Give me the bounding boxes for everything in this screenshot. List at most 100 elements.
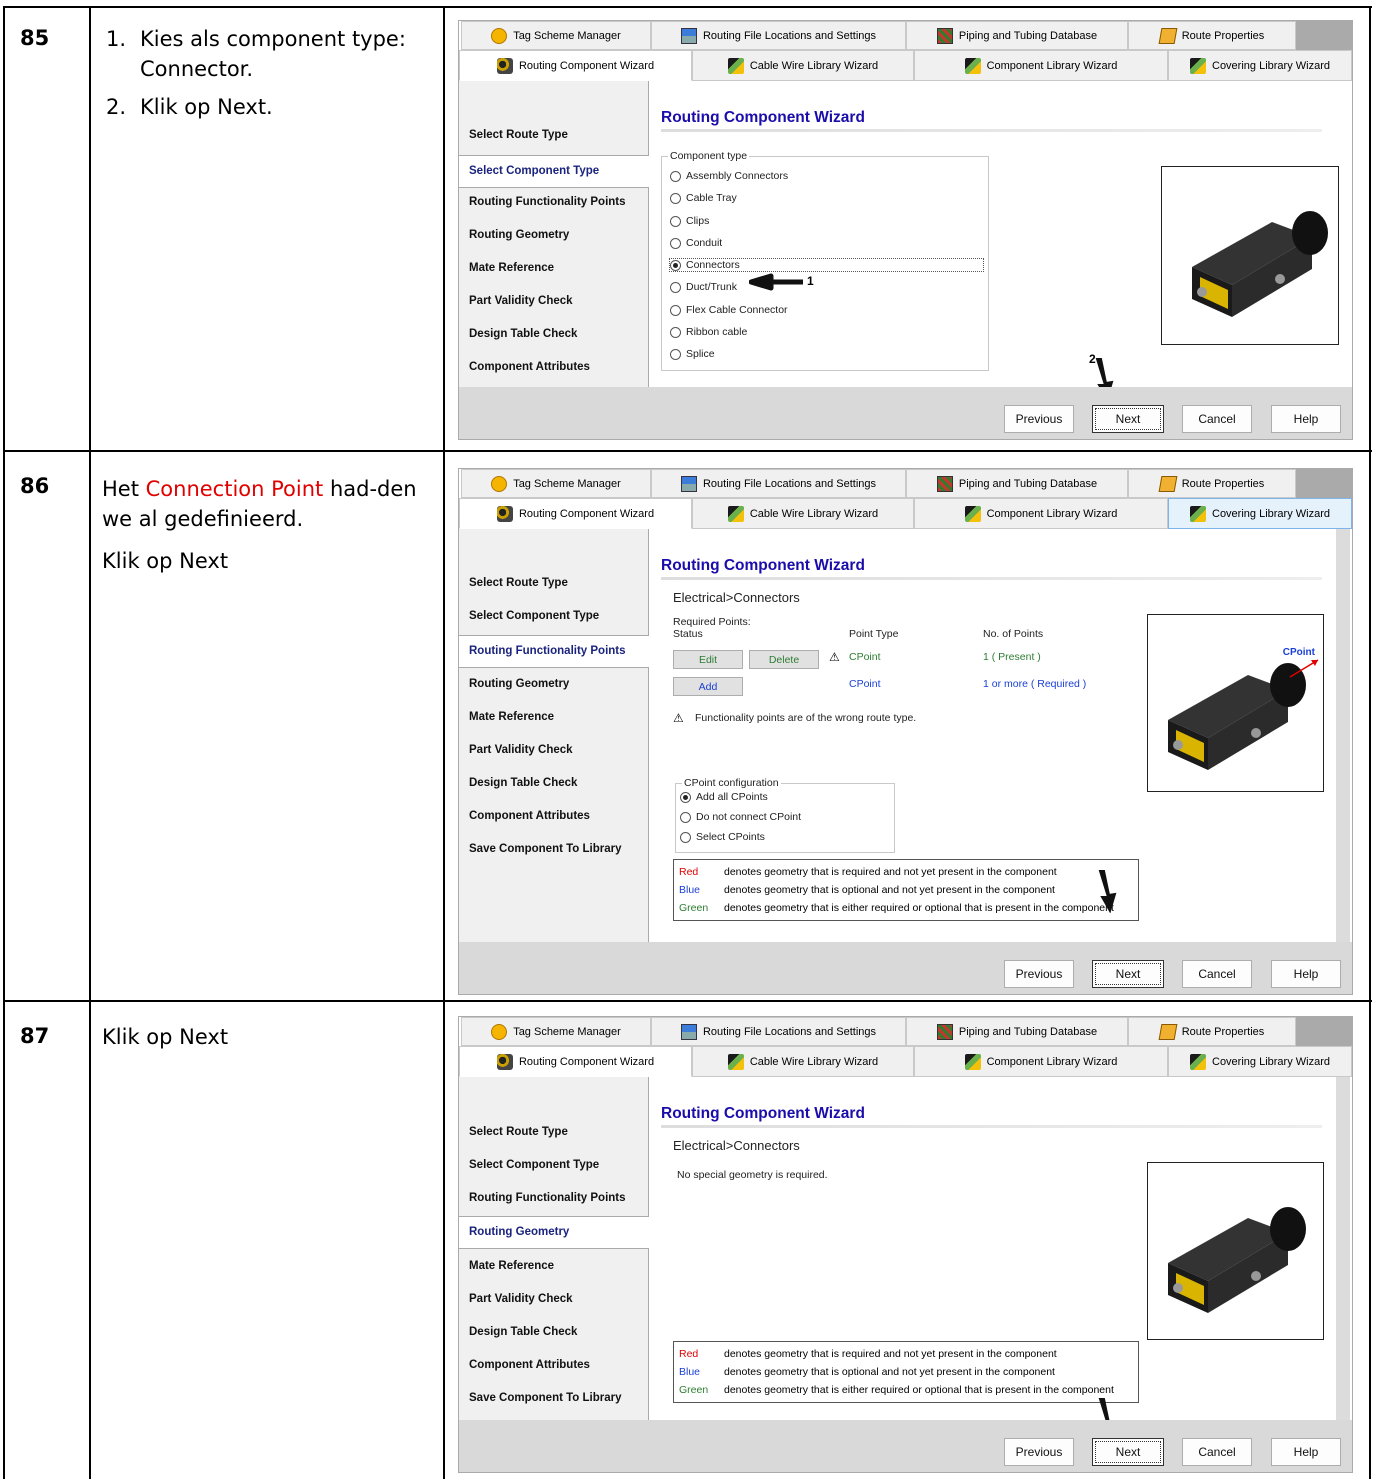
tab-routing-file-locations[interactable]: Routing File Locations and Settings xyxy=(651,1017,906,1046)
nav-design-table-check[interactable]: Design Table Check xyxy=(469,1326,577,1338)
radio-cable-tray[interactable]: Cable Tray xyxy=(670,192,737,204)
tab-piping-tubing-database[interactable]: Piping and Tubing Database xyxy=(906,469,1128,498)
nav-mate-reference[interactable]: Mate Reference xyxy=(469,262,554,274)
nav-routing-functionality-points[interactable]: Routing Functionality Points xyxy=(459,635,649,668)
nav-save-component-to-library[interactable]: Save Component To Library xyxy=(469,1392,622,1404)
vertical-scrollbar[interactable] xyxy=(1336,1077,1350,1420)
component-type-group: Component type Assembly Connectors Cable… xyxy=(661,150,989,371)
add-button[interactable]: Add xyxy=(673,677,743,696)
radio-circle-selected xyxy=(680,791,691,803)
file-settings-icon xyxy=(680,27,697,44)
radio-ribbon-cable[interactable]: Ribbon cable xyxy=(670,326,747,338)
tab-routing-component-wizard[interactable]: Routing Component Wizard xyxy=(459,1046,692,1077)
nav-component-attributes[interactable]: Component Attributes xyxy=(469,361,590,373)
nav-mate-reference[interactable]: Mate Reference xyxy=(469,711,554,723)
nav-select-component-type[interactable]: Select Component Type xyxy=(469,610,599,622)
nav-routing-geometry[interactable]: Routing Geometry xyxy=(469,678,569,690)
component-preview xyxy=(1161,166,1339,345)
tab-covering-library-wizard[interactable]: Covering Library Wizard xyxy=(1168,50,1352,81)
radio-connectors[interactable]: Connectors xyxy=(669,258,984,272)
radio-do-not-connect-cpoint[interactable]: Do not connect CPoint xyxy=(680,811,801,823)
nav-select-route-type[interactable]: Select Route Type xyxy=(469,577,568,589)
delete-button[interactable]: Delete xyxy=(749,650,819,669)
tab-cable-wire-library-wizard[interactable]: Cable Wire Library Wizard xyxy=(692,1046,914,1077)
database-icon xyxy=(936,1023,953,1040)
tab-tag-scheme-manager[interactable]: Tag Scheme Manager xyxy=(461,21,651,50)
wizard-icon xyxy=(496,1053,513,1070)
nav-part-validity-check[interactable]: Part Validity Check xyxy=(469,295,573,307)
help-button[interactable]: Help xyxy=(1271,405,1341,433)
radio-add-all-cpoints[interactable]: Add all CPoints xyxy=(680,791,768,803)
radio-circle xyxy=(680,831,691,843)
tab-piping-tubing-database[interactable]: Piping and Tubing Database xyxy=(906,1017,1128,1046)
nav-routing-functionality-points[interactable]: Routing Functionality Points xyxy=(469,196,626,208)
help-button[interactable]: Help xyxy=(1271,960,1341,988)
nav-select-route-type[interactable]: Select Route Type xyxy=(469,129,568,141)
next-button[interactable]: Next xyxy=(1092,960,1164,988)
nav-component-attributes[interactable]: Component Attributes xyxy=(469,1359,590,1371)
previous-button[interactable]: Previous xyxy=(1004,405,1074,433)
tab-routing-component-wizard[interactable]: Routing Component Wizard xyxy=(459,50,692,81)
tab-tag-scheme-manager[interactable]: Tag Scheme Manager xyxy=(461,1017,651,1046)
tab-route-properties[interactable]: Route Properties xyxy=(1128,21,1296,50)
help-button[interactable]: Help xyxy=(1271,1438,1341,1466)
tab-tag-scheme-manager[interactable]: Tag Scheme Manager xyxy=(461,469,651,498)
next-button[interactable]: Next xyxy=(1092,405,1164,433)
table-border-right xyxy=(1369,6,1371,1479)
tab-routing-file-locations[interactable]: Routing File Locations and Settings xyxy=(651,21,906,50)
line-number: 2. xyxy=(106,95,127,119)
tab-routing-component-wizard[interactable]: Routing Component Wizard xyxy=(459,498,692,529)
nav-routing-geometry[interactable]: Routing Geometry xyxy=(469,229,569,241)
radio-assembly-connectors[interactable]: Assembly Connectors xyxy=(670,170,788,182)
edit-button[interactable]: Edit xyxy=(673,650,743,669)
tab-route-properties[interactable]: Route Properties xyxy=(1128,469,1296,498)
tab-covering-library-wizard[interactable]: Covering Library Wizard xyxy=(1168,498,1352,529)
radio-duct-trunk[interactable]: Duct/Trunk xyxy=(670,281,737,293)
nav-select-route-type[interactable]: Select Route Type xyxy=(469,1126,568,1138)
nav-part-validity-check[interactable]: Part Validity Check xyxy=(469,1293,573,1305)
nav-select-component-type[interactable]: Select Component Type xyxy=(459,155,649,188)
tab-component-library-wizard[interactable]: Component Library Wizard xyxy=(914,50,1168,81)
instruction-paragraph: Klik op Next xyxy=(102,549,229,573)
next-button[interactable]: Next xyxy=(1092,1438,1164,1466)
tab-row-bottom: Routing Component Wizard Cable Wire Libr… xyxy=(459,498,1352,529)
nav-routing-functionality-points[interactable]: Routing Functionality Points xyxy=(469,1192,626,1204)
cancel-button[interactable]: Cancel xyxy=(1182,960,1252,988)
tab-routing-file-locations[interactable]: Routing File Locations and Settings xyxy=(651,469,906,498)
tab-covering-library-wizard[interactable]: Covering Library Wizard xyxy=(1168,1046,1352,1077)
previous-button[interactable]: Previous xyxy=(1004,1438,1074,1466)
radio-select-cpoints[interactable]: Select CPoints xyxy=(680,831,765,843)
previous-button[interactable]: Previous xyxy=(1004,960,1074,988)
screenshot-step-87: Tag Scheme Manager Routing File Location… xyxy=(458,1016,1353,1473)
tab-route-properties[interactable]: Route Properties xyxy=(1128,1017,1296,1046)
tab-piping-tubing-database[interactable]: Piping and Tubing Database xyxy=(906,21,1128,50)
vertical-scrollbar[interactable] xyxy=(1336,529,1350,942)
radio-circle xyxy=(670,304,681,316)
tab-component-library-wizard[interactable]: Component Library Wizard xyxy=(914,1046,1168,1077)
callout-number-1: 1 xyxy=(807,274,814,288)
tab-cable-wire-library-wizard[interactable]: Cable Wire Library Wizard xyxy=(692,50,914,81)
nav-select-component-type[interactable]: Select Component Type xyxy=(469,1159,599,1171)
tag-icon xyxy=(491,27,508,44)
radio-conduit[interactable]: Conduit xyxy=(670,237,722,249)
tab-component-library-wizard[interactable]: Component Library Wizard xyxy=(914,498,1168,529)
cancel-button[interactable]: Cancel xyxy=(1182,405,1252,433)
column-divider xyxy=(89,6,91,1479)
nav-part-validity-check[interactable]: Part Validity Check xyxy=(469,744,573,756)
radio-flex-cable-connector[interactable]: Flex Cable Connector xyxy=(670,304,788,316)
cancel-button[interactable]: Cancel xyxy=(1182,1438,1252,1466)
color-legend: Red denotes geometry that is required and… xyxy=(673,859,1139,921)
nav-design-table-check[interactable]: Design Table Check xyxy=(469,328,577,340)
nav-component-attributes[interactable]: Component Attributes xyxy=(469,810,590,822)
nav-save-component-to-library[interactable]: Save Component To Library xyxy=(469,843,622,855)
table-border-top xyxy=(3,6,1372,8)
tab-cable-wire-library-wizard[interactable]: Cable Wire Library Wizard xyxy=(692,498,914,529)
step-number: 85 xyxy=(20,26,50,50)
column-divider xyxy=(443,6,445,1479)
required-points-label: Required Points: xyxy=(673,616,751,628)
nav-mate-reference[interactable]: Mate Reference xyxy=(469,1260,554,1272)
nav-design-table-check[interactable]: Design Table Check xyxy=(469,777,577,789)
radio-clips[interactable]: Clips xyxy=(670,215,709,227)
nav-routing-geometry[interactable]: Routing Geometry xyxy=(459,1216,649,1249)
radio-splice[interactable]: Splice xyxy=(670,348,715,360)
